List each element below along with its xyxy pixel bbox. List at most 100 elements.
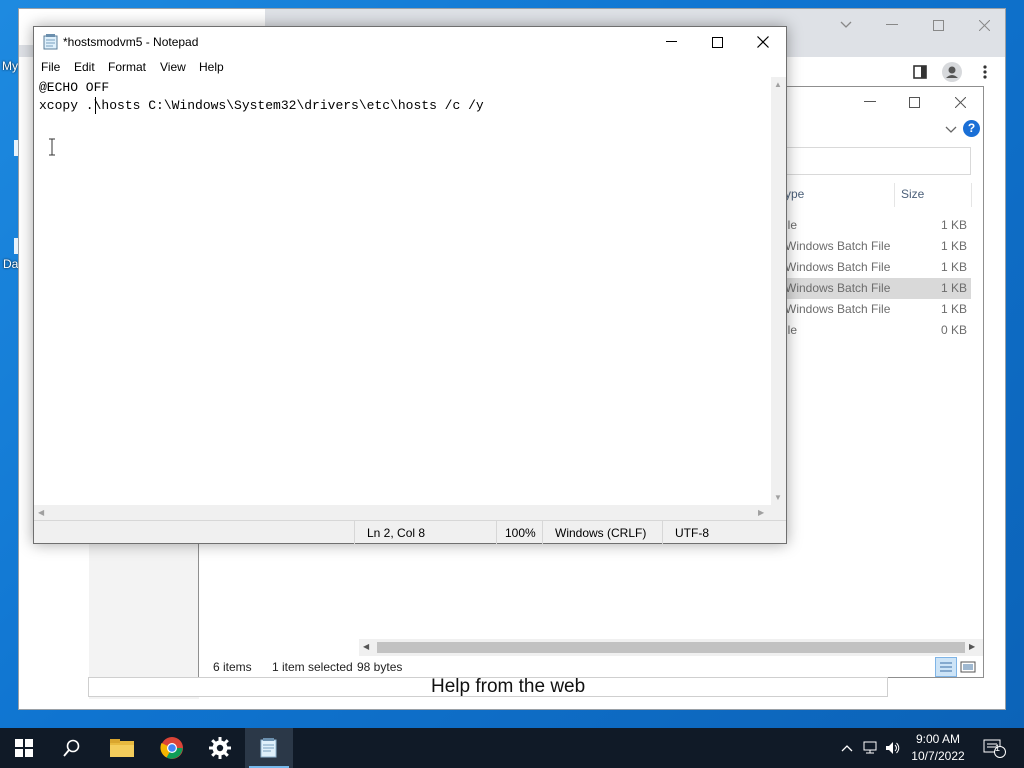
- scroll-right-icon[interactable]: ▶: [758, 508, 764, 517]
- horizontal-scrollbar[interactable]: ◀ ▶: [34, 505, 771, 520]
- help-from-web-bar[interactable]: Help from the web: [88, 676, 888, 697]
- text-editor[interactable]: @ECHO OFF xcopy .\hosts C:\Windows\Syste…: [34, 77, 771, 505]
- horizontal-scrollbar[interactable]: ◀ ▶: [359, 639, 983, 656]
- more-menu-icon[interactable]: [974, 61, 996, 83]
- minimize-icon[interactable]: [847, 87, 893, 117]
- text-line: xcopy .\hosts C:\Windows\System32\driver…: [39, 98, 484, 113]
- scroll-right-icon[interactable]: ▶: [969, 642, 975, 651]
- minimize-icon[interactable]: [869, 9, 915, 41]
- vertical-scrollbar[interactable]: ▲ ▼: [771, 77, 786, 505]
- clock-time: 9:00 AM: [915, 732, 961, 746]
- profile-avatar-icon[interactable]: [941, 61, 963, 83]
- menu-file[interactable]: File: [41, 60, 60, 74]
- selection-count: 1 item selected: [272, 660, 353, 674]
- close-icon[interactable]: [937, 87, 983, 117]
- file-size: 1 KB: [940, 302, 967, 316]
- search-button[interactable]: [48, 728, 96, 768]
- file-explorer-taskbar-button[interactable]: [98, 728, 146, 768]
- file-size: 0 KB: [940, 323, 967, 337]
- notifications-button[interactable]: 1: [982, 738, 1008, 758]
- windows-logo-icon: [15, 739, 33, 757]
- menu-format[interactable]: Format: [108, 60, 146, 74]
- file-type: Windows Batch File: [785, 281, 891, 295]
- gear-icon: [209, 737, 231, 759]
- file-type: Windows Batch File: [785, 260, 891, 274]
- side-panel-icon[interactable]: [909, 61, 931, 83]
- window-title: *hostsmodvm5 - Notepad: [63, 35, 199, 49]
- column-header-type[interactable]: ype: [785, 187, 804, 201]
- notepad-app-icon: [43, 34, 59, 50]
- scroll-down-icon[interactable]: ▼: [774, 493, 782, 502]
- menu-bar: File Edit Format View Help: [34, 57, 786, 77]
- column-divider[interactable]: [971, 183, 972, 207]
- maximize-icon[interactable]: [694, 27, 740, 57]
- item-count: 6 items: [213, 660, 252, 674]
- details-view-icon[interactable]: [935, 657, 957, 677]
- notepad-window: *hostsmodvm5 - Notepad File Edit Format …: [33, 26, 787, 544]
- line-ending-label: Windows (CRLF): [555, 526, 647, 540]
- cursor-position-label: Ln 2, Col 8: [367, 526, 426, 540]
- scroll-left-icon[interactable]: ◀: [38, 508, 44, 517]
- close-icon[interactable]: [740, 27, 786, 57]
- file-row[interactable]: Windows Batch File 1 KB: [785, 299, 971, 320]
- text-caret: [95, 97, 96, 114]
- file-row[interactable]: ile 0 KB: [785, 320, 971, 341]
- folder-icon: [110, 739, 134, 757]
- large-icons-view-icon[interactable]: [959, 659, 977, 675]
- file-size: 1 KB: [940, 218, 967, 232]
- scrollbar-thumb[interactable]: [377, 642, 965, 653]
- desktop-icon-label[interactable]: Da: [3, 257, 18, 271]
- volume-icon[interactable]: [884, 738, 902, 758]
- taskbar: 9:00 AM 10/7/2022 1: [0, 728, 1024, 768]
- explorer-status-bar: 6 items 1 item selected 98 bytes: [199, 657, 983, 677]
- status-zoom: 100%: [496, 521, 542, 544]
- chevron-down-icon[interactable]: [945, 123, 957, 137]
- file-row-selected[interactable]: Windows Batch File 1 KB: [785, 278, 971, 299]
- search-box[interactable]: [785, 147, 971, 175]
- file-row[interactable]: Windows Batch File 1 KB: [785, 257, 971, 278]
- file-type: Windows Batch File: [785, 239, 891, 253]
- column-divider[interactable]: [894, 183, 895, 207]
- help-icon[interactable]: ?: [963, 120, 980, 137]
- status-line-ending: Windows (CRLF): [542, 521, 662, 544]
- maximize-icon[interactable]: [915, 9, 961, 41]
- desktop-icon-label[interactable]: My: [2, 59, 18, 73]
- status-encoding: UTF-8: [662, 521, 786, 544]
- notepad-taskbar-button[interactable]: [245, 728, 293, 768]
- ibeam-cursor-icon: [48, 138, 56, 156]
- maximize-icon[interactable]: [891, 87, 937, 117]
- status-cursor-position: Ln 2, Col 8: [354, 521, 496, 544]
- close-icon[interactable]: [961, 9, 1007, 41]
- selection-size: 98 bytes: [357, 660, 403, 674]
- chevron-up-icon[interactable]: [838, 738, 856, 758]
- zoom-label: 100%: [505, 526, 536, 540]
- menu-view[interactable]: View: [160, 60, 186, 74]
- file-row[interactable]: ile 1 KB: [785, 215, 971, 236]
- file-size: 1 KB: [940, 239, 967, 253]
- scroll-up-icon[interactable]: ▲: [774, 80, 782, 89]
- minimize-icon[interactable]: [649, 27, 695, 57]
- file-row[interactable]: Windows Batch File 1 KB: [785, 236, 971, 257]
- scroll-left-icon[interactable]: ◀: [363, 642, 369, 651]
- clock-date: 10/7/2022: [911, 749, 965, 763]
- encoding-label: UTF-8: [675, 526, 709, 540]
- network-icon[interactable]: [862, 738, 880, 758]
- menu-help[interactable]: Help: [199, 60, 224, 74]
- clock[interactable]: 9:00 AM 10/7/2022: [908, 731, 968, 765]
- notepad-title-bar[interactable]: *hostsmodvm5 - Notepad: [34, 27, 786, 57]
- tab-search-icon[interactable]: [823, 9, 869, 41]
- file-size: 1 KB: [940, 260, 967, 274]
- text-line: @ECHO OFF: [39, 80, 110, 95]
- search-icon: [63, 739, 80, 757]
- settings-taskbar-button[interactable]: [196, 728, 244, 768]
- start-button[interactable]: [0, 728, 48, 768]
- chrome-taskbar-button[interactable]: [148, 728, 196, 768]
- notepad-status-bar: Ln 2, Col 8 100% Windows (CRLF) UTF-8: [34, 520, 786, 544]
- menu-edit[interactable]: Edit: [74, 60, 95, 74]
- notepad-icon: [260, 738, 277, 758]
- file-type: Windows Batch File: [785, 302, 891, 316]
- scrollbar-corner: [771, 505, 786, 520]
- notification-count: 1: [995, 743, 1001, 753]
- help-from-web-label: Help from the web: [431, 676, 586, 697]
- column-header-size[interactable]: Size: [901, 187, 924, 201]
